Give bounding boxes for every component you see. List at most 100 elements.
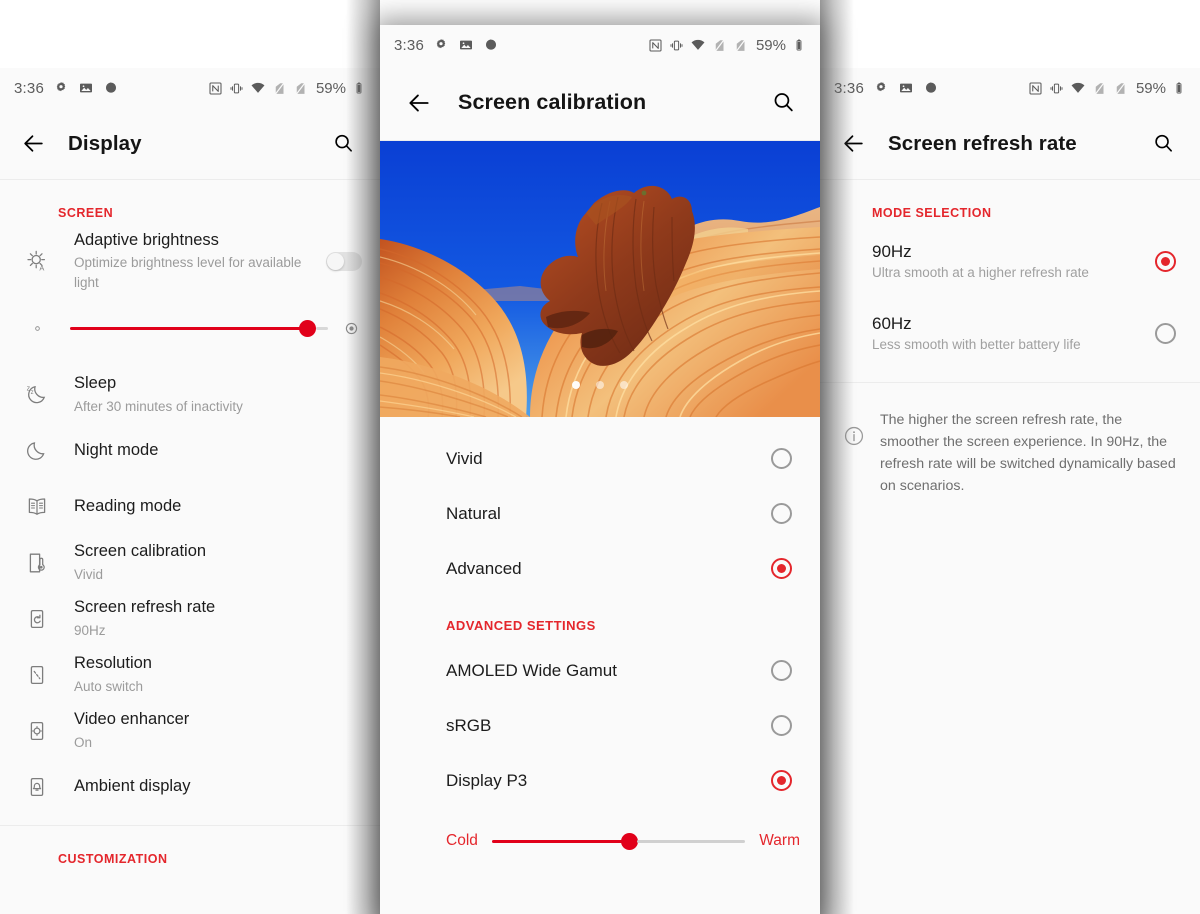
calibration-option-natural[interactable]: Natural [380, 486, 820, 541]
sim1-off-icon [272, 81, 287, 96]
setting-row-screen-calibration[interactable]: Screen calibration Vivid [0, 535, 380, 591]
status-bar-left-icons: 3:36 [834, 80, 939, 97]
radio-srgb[interactable] [771, 715, 792, 736]
brightness-high-icon [338, 320, 364, 337]
app-dot-icon [483, 37, 499, 53]
refresh-rate-info-block: The higher the screen refresh rate, the … [820, 383, 1200, 497]
brightness-low-icon [16, 322, 58, 335]
screen-refresh-rate-text: Screen refresh rate 90Hz [58, 597, 362, 640]
row-title: Reading mode [74, 496, 182, 515]
brightness-slider-thumb[interactable] [299, 320, 317, 338]
center-phone-screen-calibration: 3:36 59% Screen calibration Vivid Natura… [380, 25, 820, 914]
setting-row-resolution[interactable]: Resolution Auto switch [0, 647, 380, 703]
calibration-preview-carousel[interactable] [380, 141, 820, 417]
radio-display-p3[interactable] [771, 770, 792, 791]
battery-icon [1172, 81, 1186, 95]
row-subtitle: After 30 minutes of inactivity [74, 398, 243, 414]
color-temperature-slider-row[interactable]: Cold Warm [380, 808, 820, 874]
refresh-rate-option-90hz[interactable]: 90Hz Ultra smooth at a higher refresh ra… [820, 230, 1200, 292]
adaptive-brightness-toggle[interactable] [326, 251, 362, 271]
left-phone-display-screen: 3:36 59% Display SCREEN Adaptive brightn… [0, 68, 380, 914]
section-header-screen: SCREEN [58, 206, 114, 220]
night-mode-moon-icon [16, 438, 58, 464]
setting-row-screen-refresh-rate[interactable]: Screen refresh rate 90Hz [0, 591, 380, 647]
back-arrow-icon[interactable] [836, 127, 870, 161]
setting-row-reading-mode[interactable]: Reading mode [0, 479, 380, 535]
center-app-bar: Screen calibration [380, 65, 820, 141]
carousel-dot-1[interactable] [572, 381, 580, 389]
the-wave-rock-image [380, 141, 820, 417]
brightness-slider-fill [70, 327, 308, 331]
settings-gear-icon [53, 80, 69, 96]
info-icon [842, 409, 866, 497]
option-label: sRGB [446, 715, 492, 735]
radio-vivid[interactable] [771, 448, 792, 469]
temperature-slider-track[interactable] [491, 832, 746, 850]
left-app-bar: Display [0, 108, 380, 180]
nfc-icon [208, 81, 223, 96]
status-time: 3:36 [394, 36, 424, 54]
status-bar-right-panel: 3:36 59% [820, 68, 1200, 108]
option-label: Vivid [446, 448, 483, 468]
temperature-slider-thumb[interactable] [620, 832, 638, 850]
wifi-icon [250, 80, 266, 96]
settings-gear-icon [433, 37, 449, 53]
row-title: Resolution [74, 654, 152, 673]
search-icon[interactable] [1146, 127, 1180, 161]
calibration-option-vivid[interactable]: Vivid [380, 431, 820, 486]
setting-row-adaptive-brightness[interactable]: Adaptive brightness Optimize brightness … [0, 230, 380, 293]
sim2-off-icon [1113, 81, 1128, 96]
setting-row-ambient-display[interactable]: Ambient display [0, 759, 380, 815]
page-title: Screen refresh rate [888, 131, 1077, 155]
option-label: Natural [446, 503, 501, 523]
right-app-bar: Screen refresh rate [820, 108, 1200, 180]
wifi-icon [690, 37, 706, 53]
photo-icon [78, 80, 94, 96]
battery-percent-label: 59% [315, 79, 346, 97]
status-time: 3:36 [14, 79, 44, 97]
row-title: Night mode [74, 440, 159, 459]
page-title: Screen calibration [458, 90, 647, 114]
wifi-icon [1070, 80, 1086, 96]
settings-gear-icon [873, 80, 889, 96]
temperature-slider-remainder [636, 839, 746, 843]
refresh-rate-option-60hz[interactable]: 60Hz Less smooth with better battery lif… [820, 302, 1200, 364]
setting-row-night-mode[interactable]: Night mode [0, 423, 380, 479]
row-title: 60Hz [872, 314, 912, 333]
back-arrow-icon[interactable] [16, 127, 50, 161]
radio-natural[interactable] [771, 503, 792, 524]
brightness-slider-remainder [316, 327, 328, 331]
battery-percent-label: 59% [1135, 79, 1166, 97]
radio-amoled-wide-gamut[interactable] [771, 660, 792, 681]
option-label: Advanced [446, 558, 522, 578]
row-title: Screen calibration [74, 542, 207, 561]
reading-mode-book-icon [16, 494, 58, 520]
calibration-option-amoled-wide-gamut[interactable]: AMOLED Wide Gamut [380, 643, 820, 698]
back-arrow-icon[interactable] [402, 86, 436, 120]
brightness-slider-row[interactable] [0, 293, 380, 367]
carousel-dots[interactable] [572, 381, 628, 389]
row-title: Ambient display [74, 776, 191, 795]
row-subtitle: Optimize brightness level for available … [74, 255, 302, 290]
calibration-option-display-p3[interactable]: Display P3 [380, 753, 820, 808]
nfc-icon [1028, 81, 1043, 96]
setting-row-video-enhancer[interactable]: Video enhancer On [0, 703, 380, 759]
search-icon[interactable] [326, 127, 360, 161]
radio-advanced[interactable] [771, 558, 792, 579]
status-bar-right-icons: 59% [1028, 80, 1186, 97]
brightness-slider-track[interactable] [70, 320, 328, 338]
radio-90hz[interactable] [1155, 250, 1176, 272]
reading-mode-text: Reading mode [58, 496, 362, 517]
battery-icon [352, 81, 366, 95]
sim1-off-icon [712, 38, 727, 53]
setting-row-sleep[interactable]: Sleep After 30 minutes of inactivity [0, 367, 380, 423]
toggle-knob [327, 252, 344, 270]
carousel-dot-2[interactable] [596, 381, 604, 389]
temperature-warm-label: Warm [759, 832, 800, 849]
search-icon[interactable] [766, 86, 800, 120]
calibration-option-srgb[interactable]: sRGB [380, 698, 820, 753]
info-description: The higher the screen refresh rate, the … [880, 412, 1176, 494]
carousel-dot-3[interactable] [620, 381, 628, 389]
radio-60hz[interactable] [1155, 322, 1176, 344]
calibration-option-advanced[interactable]: Advanced [380, 541, 820, 596]
